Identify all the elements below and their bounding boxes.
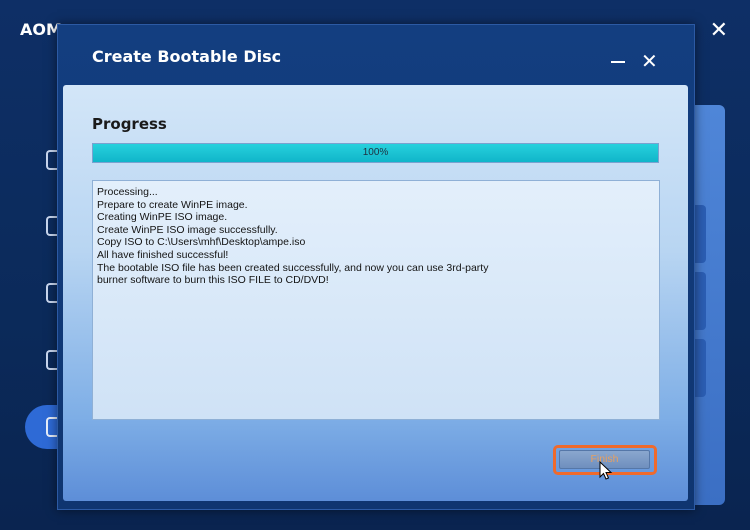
mouse-cursor-icon	[599, 461, 613, 480]
log-line: The bootable ISO file has been created s…	[97, 261, 489, 274]
log-output[interactable]: Processing... Prepare to create WinPE im…	[92, 180, 660, 420]
log-line: Creating WinPE ISO image.	[97, 211, 228, 224]
log-line: burner software to burn this ISO FILE to…	[97, 274, 329, 287]
create-bootable-disc-dialog: Create Bootable Disc ✕ Progress 100% Pro…	[57, 24, 695, 510]
log-line: Prepare to create WinPE image.	[97, 198, 248, 211]
progress-heading: Progress	[92, 115, 167, 133]
minimize-button[interactable]	[611, 61, 625, 63]
progress-percent: 100%	[362, 147, 389, 158]
content-panel: Progress 100% Processing... Prepare to c…	[63, 85, 688, 501]
app-close-button[interactable]: ✕	[710, 18, 728, 43]
dialog-close-button[interactable]: ✕	[641, 49, 658, 73]
progress-bar: 100%	[92, 143, 659, 163]
log-line: All have finished successful!	[97, 248, 229, 261]
app-title: AOM	[20, 20, 62, 39]
log-line: Copy ISO to C:\Users\mhf\Desktop\ampe.is…	[97, 236, 306, 249]
log-line: Create WinPE ISO image successfully.	[97, 223, 278, 236]
log-line: Processing...	[97, 186, 158, 198]
dialog-title: Create Bootable Disc	[92, 47, 282, 66]
